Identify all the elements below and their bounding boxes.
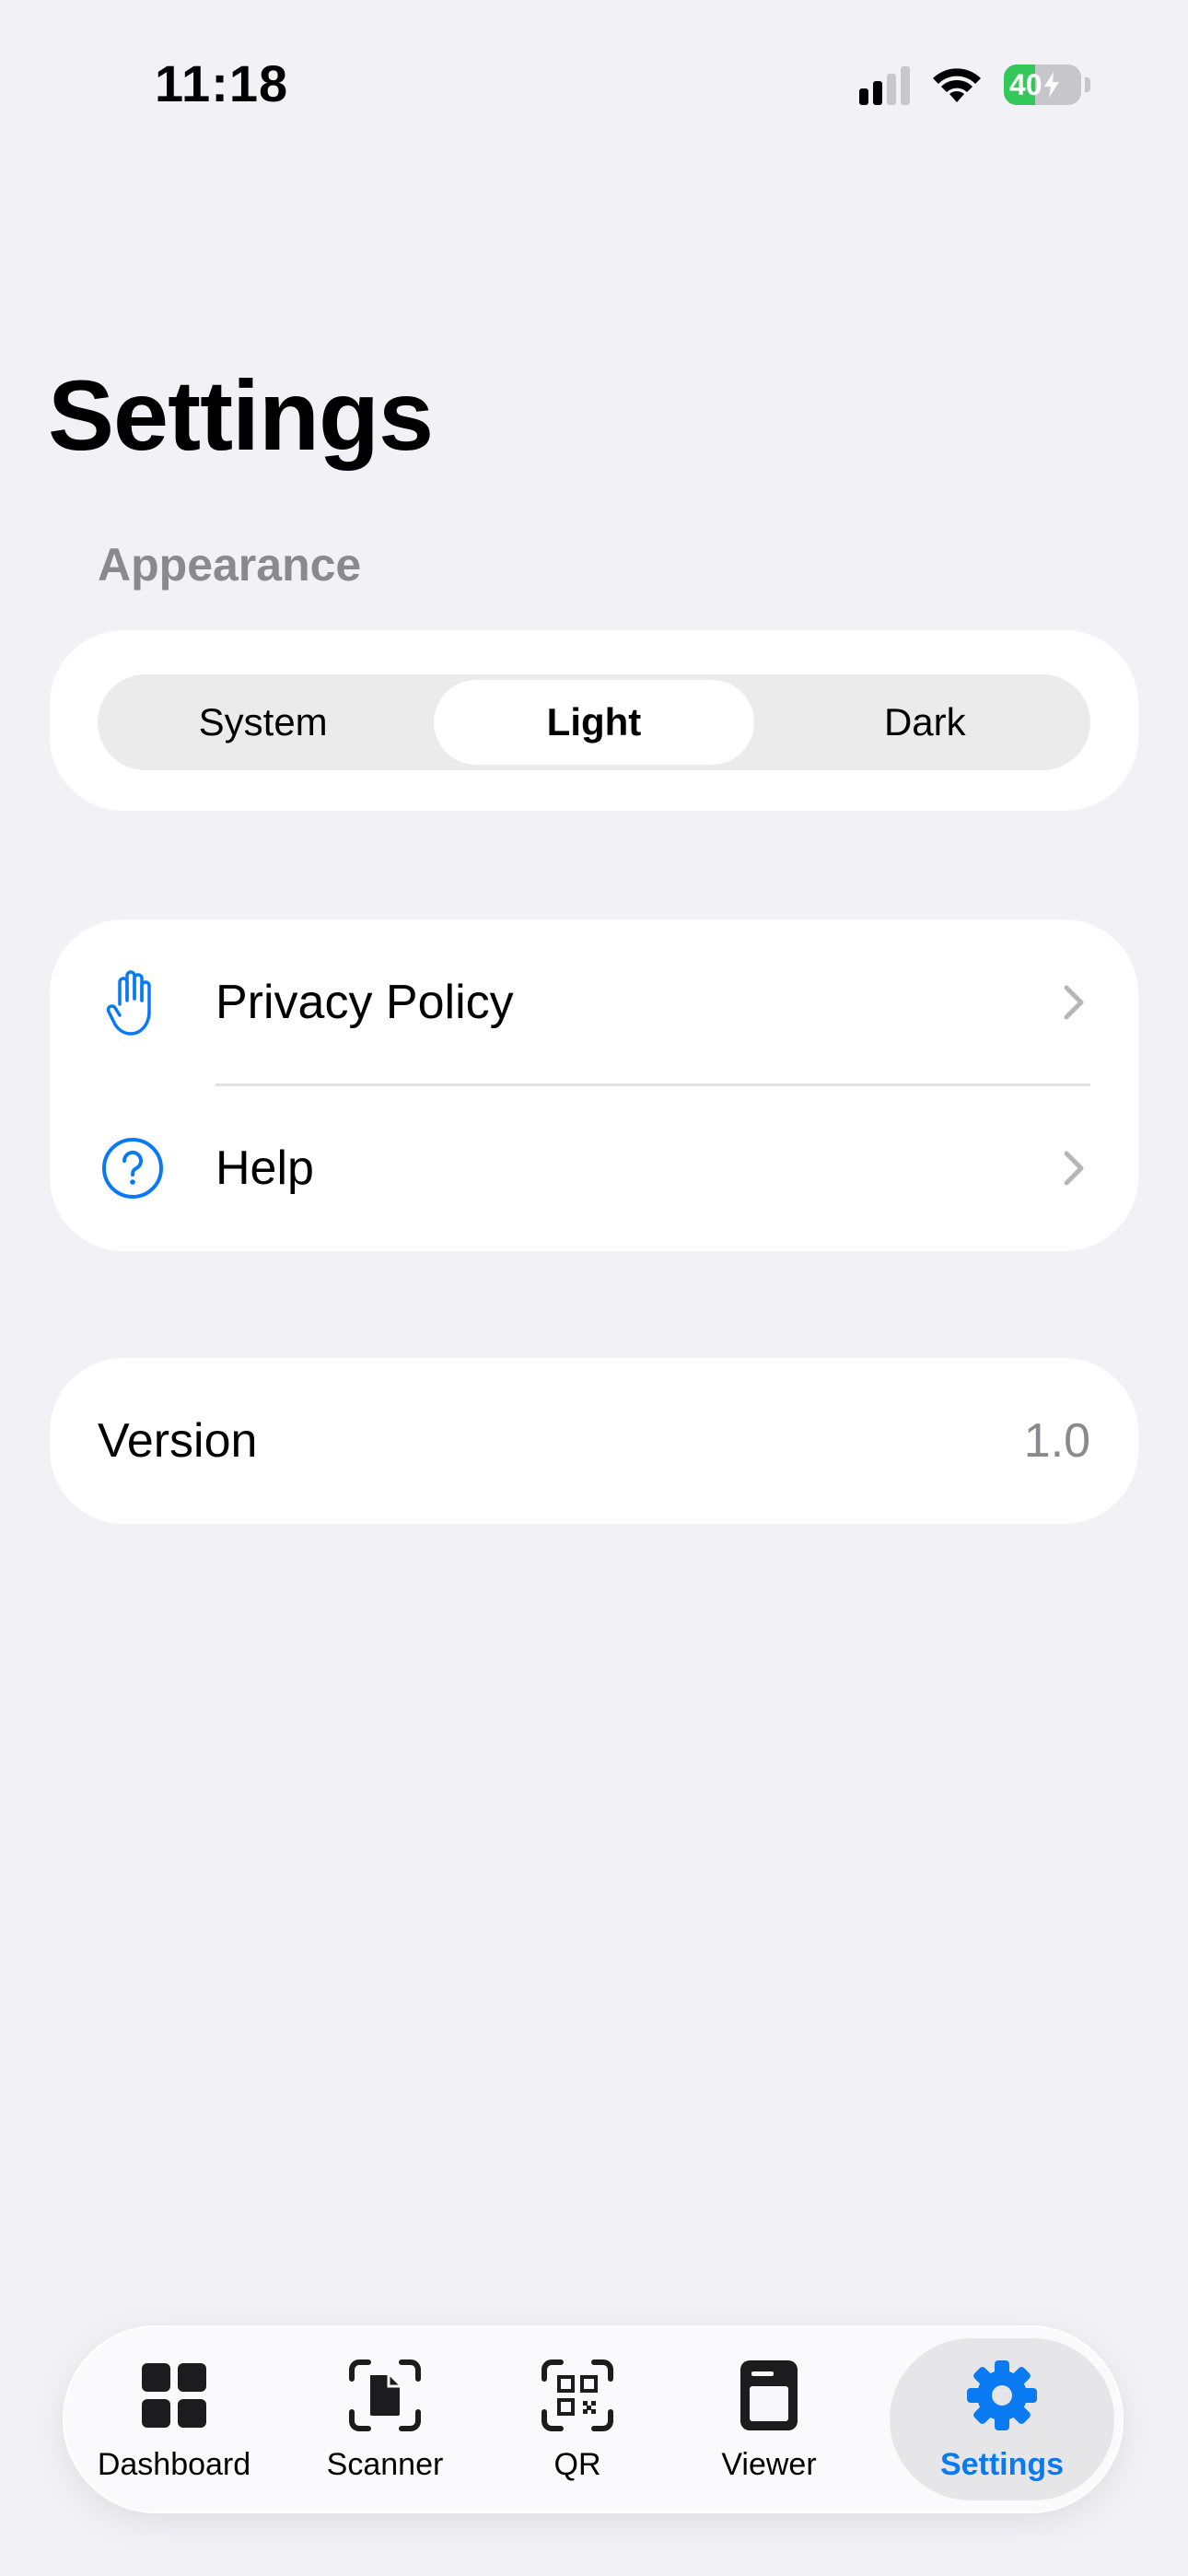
book-icon xyxy=(730,2357,808,2434)
tab-label: Viewer xyxy=(721,2446,817,2482)
settings-screen: 11:18 40 Settings Appearance System Ligh… xyxy=(0,0,1188,2576)
document-scanner-icon xyxy=(346,2357,424,2434)
version-label: Version xyxy=(98,1414,258,1468)
tab-scanner[interactable]: Scanner xyxy=(288,2338,482,2500)
wifi-icon xyxy=(933,68,981,102)
appearance-section-header: Appearance xyxy=(98,539,362,591)
appearance-segmented-control: System Light Dark xyxy=(98,674,1090,770)
tab-settings[interactable]: Settings xyxy=(890,2338,1114,2500)
chevron-right-icon xyxy=(1064,985,1084,1020)
chevron-right-icon xyxy=(1064,1151,1084,1186)
tab-label: Scanner xyxy=(326,2446,444,2482)
hand-raised-icon xyxy=(98,967,168,1037)
status-time: 11:18 xyxy=(155,54,289,112)
question-circle-icon xyxy=(98,1133,168,1203)
help-row[interactable]: Help xyxy=(50,1085,1138,1251)
status-icons: 40 xyxy=(859,64,1090,105)
grid-icon xyxy=(135,2357,213,2434)
tab-dashboard[interactable]: Dashboard xyxy=(77,2338,271,2500)
links-card: Privacy Policy Help xyxy=(50,919,1138,1251)
version-value: 1.0 xyxy=(1023,1414,1090,1468)
battery-percent: 40 xyxy=(1009,67,1042,101)
appearance-option-system[interactable]: System xyxy=(103,680,423,765)
version-card: Version 1.0 xyxy=(50,1358,1138,1524)
tab-qr[interactable]: QR xyxy=(481,2338,674,2500)
gear-icon xyxy=(963,2357,1041,2434)
help-label: Help xyxy=(215,1142,314,1195)
tab-bar: Dashboard Scanner QR Viewer Settings xyxy=(63,2325,1124,2513)
tab-label: QR xyxy=(553,2446,601,2482)
privacy-policy-row[interactable]: Privacy Policy xyxy=(50,919,1138,1085)
cellular-signal-icon xyxy=(859,64,910,105)
privacy-policy-label: Privacy Policy xyxy=(215,976,514,1029)
page-title: Settings xyxy=(48,359,434,471)
tab-viewer[interactable]: Viewer xyxy=(672,2338,866,2500)
tab-label: Dashboard xyxy=(97,2446,251,2482)
tab-label: Settings xyxy=(939,2446,1065,2482)
appearance-option-light[interactable]: Light xyxy=(434,680,754,765)
appearance-option-dark[interactable]: Dark xyxy=(765,680,1085,765)
qr-code-icon xyxy=(539,2357,616,2434)
appearance-card: System Light Dark xyxy=(50,630,1138,811)
battery-icon: 40 xyxy=(1004,64,1081,105)
